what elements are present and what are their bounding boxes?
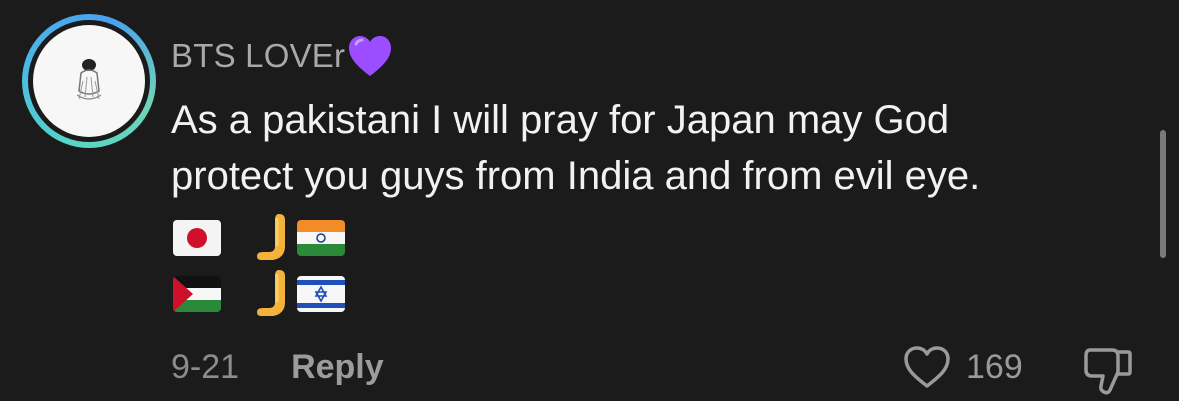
reply-button[interactable]: Reply: [291, 348, 384, 387]
username[interactable]: BTS LOVEr: [171, 34, 393, 78]
emoji-row-2: [173, 268, 345, 320]
comment-text: As a pakistani I will pray for Japan may…: [171, 92, 1151, 204]
like-count: 169: [966, 347, 1023, 386]
purple-heart-icon: [349, 36, 392, 76]
japan-flag-icon: [173, 220, 221, 256]
india-flag-icon: [297, 220, 345, 256]
comment-footer: 9-21 Reply: [171, 348, 384, 387]
avatar-image: [33, 25, 145, 137]
like-button[interactable]: 169: [902, 344, 1023, 390]
dislike-thumb-down-icon[interactable]: [1082, 346, 1134, 396]
avatar[interactable]: [22, 14, 156, 148]
username-text: BTS LOVEr: [171, 37, 346, 74]
israel-flag-icon: [297, 276, 345, 312]
heart-outline-icon: [904, 346, 950, 388]
emoji-row-1: [173, 212, 345, 264]
comment-text-line-2: protect you guys from India and from evi…: [171, 154, 981, 198]
palm-pushing-hand-icon: [257, 214, 285, 260]
palestine-flag-icon: [173, 276, 221, 312]
palm-pushing-hand-icon: [257, 270, 285, 316]
comment-item: BTS LOVEr As a pakistani I will pray for…: [0, 0, 1179, 401]
comment-date: 9-21: [171, 348, 240, 386]
avatar-sketch-icon: [76, 59, 102, 100]
comment-text-line-1: As a pakistani I will pray for Japan may…: [171, 98, 950, 142]
scrollbar[interactable]: [1160, 130, 1166, 258]
